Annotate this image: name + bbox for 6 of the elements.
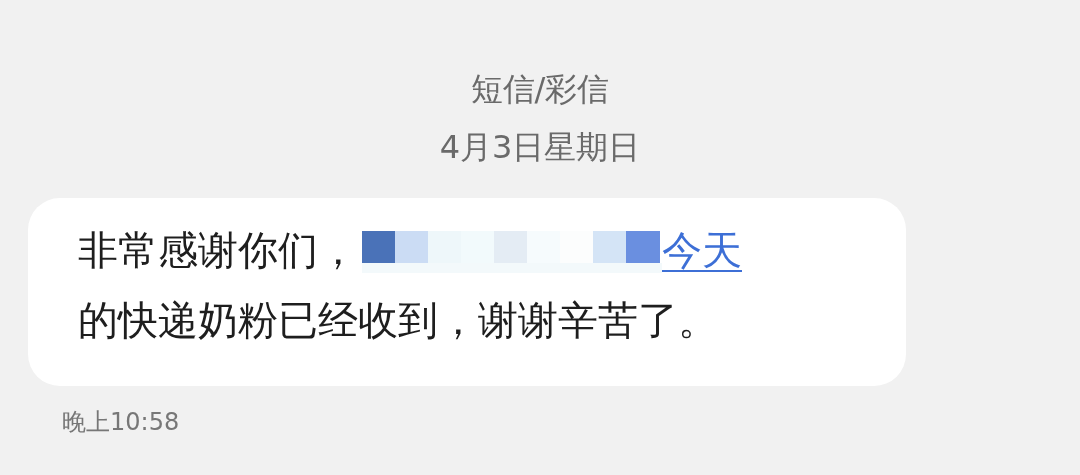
date-label: 4月3日星期日: [439, 127, 641, 168]
date-link[interactable]: 今天: [662, 222, 742, 278]
message-time: 晚上10:58: [62, 407, 181, 438]
message-text: 非常感谢你们，: [78, 225, 358, 275]
message-text: 的快递奶粉已经收到，谢谢辛苦了。: [78, 295, 718, 345]
conversation-title: 短信/彩信: [470, 69, 610, 110]
